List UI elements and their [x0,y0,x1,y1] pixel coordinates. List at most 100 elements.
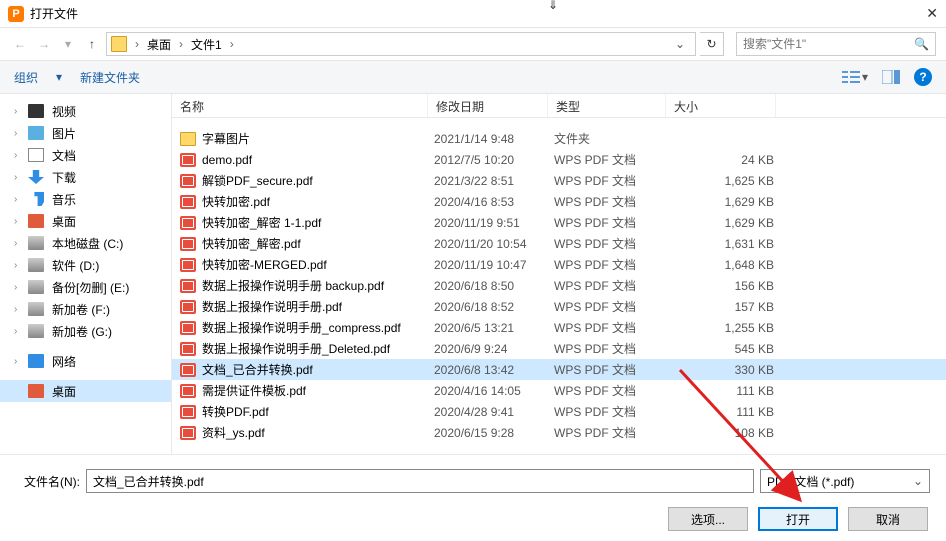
nav-back-button[interactable]: ← [10,32,30,56]
sidebar-item[interactable]: ›新加卷 (F:) [0,298,171,320]
table-row[interactable]: 快转加密-MERGED.pdf 2020/11/19 10:47 WPS PDF… [172,254,946,275]
sidebar-item[interactable]: › 下载 [0,166,171,188]
table-row[interactable]: 数据上报操作说明手册 backup.pdf 2020/6/18 8:50 WPS… [172,275,946,296]
file-type: WPS PDF 文档 [554,340,672,357]
sidebar-item[interactable]: ›备份[勿删] (E:) [0,276,171,298]
table-row[interactable]: 数据上报操作说明手册_compress.pdf 2020/6/5 13:21 W… [172,317,946,338]
window-title: 打开文件 [30,5,914,22]
close-button[interactable]: ✕ [914,5,938,22]
expand-icon: › [14,172,17,183]
breadcrumb-dropdown-icon[interactable]: ⌄ [669,37,691,51]
file-date: 2020/11/19 9:51 [434,216,554,230]
table-row[interactable]: 快转加密_解密.pdf 2020/11/20 10:54 WPS PDF 文档 … [172,233,946,254]
search-input[interactable] [743,37,914,51]
organize-menu[interactable]: 组织 [14,69,38,86]
table-row[interactable]: 字幕图片 2021/1/14 9:48 文件夹 [172,128,946,149]
sidebar-item-label: 下载 [52,169,76,186]
options-button[interactable]: 选项... [668,507,748,531]
file-date: 2020/6/8 13:42 [434,363,554,377]
file-name: 快转加密_解密.pdf [202,235,434,252]
refresh-button[interactable]: ↻ [700,32,724,56]
sidebar-item-label: 桌面 [52,383,76,400]
file-date: 2020/6/18 8:52 [434,300,554,314]
cancel-button[interactable]: 取消 [848,507,928,531]
file-type: WPS PDF 文档 [554,298,672,315]
file-size: 1,631 KB [672,237,774,251]
sidebar-item[interactable]: › 文档 [0,144,171,166]
ic-disk-icon [28,280,44,294]
column-name[interactable]: 名称 [172,94,428,117]
sidebar-item-desktop[interactable]: 桌面 [0,380,171,402]
chevron-down-icon: ⌄ [913,474,923,488]
table-row[interactable]: 快转加密.pdf 2020/4/16 8:53 WPS PDF 文档 1,629… [172,191,946,212]
sidebar-item[interactable]: ›音乐 [0,188,171,210]
table-row[interactable]: 文档_已合并转换.pdf 2020/6/8 13:42 WPS PDF 文档 3… [172,359,946,380]
filename-input[interactable] [86,469,754,493]
chevron-down-icon: ▾ [862,70,868,84]
expand-icon: › [14,150,17,161]
table-row[interactable]: demo.pdf 2012/7/5 10:20 WPS PDF 文档 24 KB [172,149,946,170]
file-date: 2020/11/20 10:54 [434,237,554,251]
breadcrumb-crumb[interactable]: 桌面 [145,36,173,53]
toolbar: 组织 ▾ 新建文件夹 ▾ ? [0,60,946,94]
file-icon [180,195,196,209]
search-box[interactable]: 🔍 [736,32,936,56]
table-row[interactable] [172,118,946,128]
sidebar-item[interactable]: ›桌面 [0,210,171,232]
new-folder-button[interactable]: 新建文件夹 [80,69,140,86]
file-icon [180,300,196,314]
nav-history-dropdown[interactable]: ▾ [58,32,78,56]
toolbar-dropdown-icon[interactable]: ▾ [56,70,62,84]
file-size: 156 KB [672,279,774,293]
search-icon[interactable]: 🔍 [914,37,929,51]
help-button[interactable]: ? [914,68,932,86]
table-row[interactable]: 数据上报操作说明手册_Deleted.pdf 2020/6/9 9:24 WPS… [172,338,946,359]
sidebar-item-label: 视频 [52,103,76,120]
sidebar-item[interactable]: ›新加卷 (G:) [0,320,171,342]
file-name: 字幕图片 [202,130,434,147]
column-date[interactable]: 修改日期 [428,94,548,117]
file-list[interactable]: 字幕图片 2021/1/14 9:48 文件夹 demo.pdf 2012/7/… [172,118,946,454]
file-icon [180,279,196,293]
table-row[interactable]: 解锁PDF_secure.pdf 2021/3/22 8:51 WPS PDF … [172,170,946,191]
breadcrumb-crumb[interactable]: 文件1 [189,36,224,53]
table-row[interactable]: 需提供证件模板.pdf 2020/4/16 14:05 WPS PDF 文档 1… [172,380,946,401]
table-row[interactable]: 数据上报操作说明手册.pdf 2020/6/18 8:52 WPS PDF 文档… [172,296,946,317]
file-type: WPS PDF 文档 [554,361,672,378]
file-name: 文档_已合并转换.pdf [202,361,434,378]
column-size[interactable]: 大小 [666,94,776,117]
nav-up-button[interactable]: ↑ [82,32,102,56]
sidebar-item[interactable]: ›视频 [0,100,171,122]
file-type: WPS PDF 文档 [554,172,672,189]
sidebar-item-label: 文档 [52,147,76,164]
sidebar-item-network[interactable]: ›网络 [0,350,171,372]
sidebar-item-label: 图片 [52,125,76,142]
sidebar-item[interactable]: ›本地磁盘 (C:) [0,232,171,254]
file-name: demo.pdf [202,153,434,167]
file-pane: 名称 修改日期 类型 大小 字幕图片 2021/1/14 9:48 文件夹 de… [172,94,946,454]
column-type[interactable]: 类型 [548,94,666,117]
ic-disk-icon [28,302,44,316]
table-row[interactable]: 资料_ys.pdf 2020/6/15 9:28 WPS PDF 文档 108 … [172,422,946,443]
table-row[interactable]: 转换PDF.pdf 2020/4/28 9:41 WPS PDF 文档 111 … [172,401,946,422]
file-icon [180,132,196,146]
network-icon [28,354,44,368]
nav-forward-button[interactable]: → [34,32,54,56]
file-type: 文件夹 [554,130,672,147]
file-type: WPS PDF 文档 [554,256,672,273]
sidebar-item[interactable]: ›图片 [0,122,171,144]
table-row[interactable]: 快转加密_解密 1-1.pdf 2020/11/19 9:51 WPS PDF … [172,212,946,233]
file-icon [180,363,196,377]
file-type: WPS PDF 文档 [554,235,672,252]
sidebar-item[interactable]: ›软件 (D:) [0,254,171,276]
file-name: 快转加密_解密 1-1.pdf [202,214,434,231]
ic-disk-icon [28,324,44,338]
ic-disk-icon [28,236,44,250]
breadcrumb[interactable]: › 桌面 › 文件1 › ⌄ [106,32,696,56]
preview-pane-button[interactable] [878,67,904,87]
filetype-filter[interactable]: PDF 文档 (*.pdf) ⌄ [760,469,930,493]
file-date: 2020/4/16 14:05 [434,384,554,398]
view-mode-button[interactable]: ▾ [842,67,868,87]
open-button[interactable]: 打开 [758,507,838,531]
file-size: 108 KB [672,426,774,440]
